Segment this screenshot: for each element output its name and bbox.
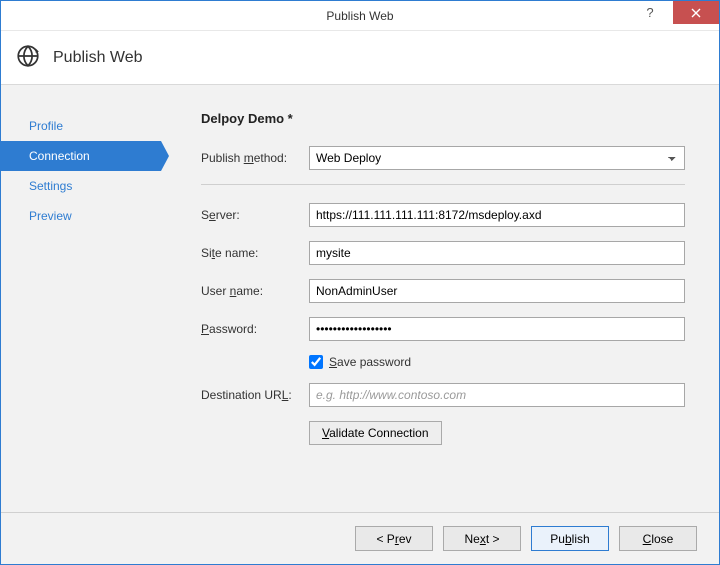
publish-button[interactable]: Publish	[531, 526, 609, 551]
destination-url-input[interactable]	[309, 383, 685, 407]
destination-url-row: Destination URL:	[201, 383, 685, 407]
user-name-input[interactable]	[309, 279, 685, 303]
site-name-row: Site name:	[201, 241, 685, 265]
sidebar-item-preview[interactable]: Preview	[1, 201, 161, 231]
footer: < Prev Next > Publish Close	[1, 512, 719, 564]
close-icon	[691, 8, 701, 18]
sidebar-item-label: Profile	[29, 119, 63, 133]
site-name-input[interactable]	[309, 241, 685, 265]
save-password-row: Save password	[309, 355, 685, 369]
help-button[interactable]: ?	[627, 1, 673, 24]
sidebar-item-connection[interactable]: Connection	[1, 141, 161, 171]
next-button[interactable]: Next >	[443, 526, 521, 551]
close-button[interactable]	[673, 1, 719, 24]
server-row: Server:	[201, 203, 685, 227]
password-input[interactable]	[309, 317, 685, 341]
password-row: Password:	[201, 317, 685, 341]
server-input[interactable]	[309, 203, 685, 227]
publish-method-select[interactable]: Web Deploy	[309, 146, 685, 170]
titlebar-buttons: ?	[627, 1, 719, 30]
password-label: Password:	[201, 322, 309, 336]
sidebar: Profile Connection Settings Preview	[1, 85, 161, 512]
save-password-checkbox[interactable]	[309, 355, 323, 369]
validate-connection-button[interactable]: Validate Connection	[309, 421, 442, 445]
server-label: Server:	[201, 208, 309, 222]
publish-web-dialog: Publish Web ? Publish Web Profile Connec…	[0, 0, 720, 565]
close-dialog-button[interactable]: Close	[619, 526, 697, 551]
titlebar: Publish Web ?	[1, 1, 719, 31]
divider	[201, 184, 685, 185]
prev-button[interactable]: < Prev	[355, 526, 433, 551]
publish-method-row: Publish method: Web Deploy	[201, 146, 685, 170]
sidebar-item-label: Connection	[29, 149, 90, 163]
globe-icon	[15, 43, 41, 72]
header: Publish Web	[1, 31, 719, 85]
header-title: Publish Web	[53, 49, 143, 67]
sidebar-item-profile[interactable]: Profile	[1, 111, 161, 141]
dialog-body: Profile Connection Settings Preview Delp…	[1, 85, 719, 512]
profile-title: Delpoy Demo *	[201, 111, 685, 126]
sidebar-item-label: Preview	[29, 209, 72, 223]
publish-method-label: Publish method:	[201, 151, 309, 165]
sidebar-item-label: Settings	[29, 179, 72, 193]
destination-url-label: Destination URL:	[201, 388, 309, 402]
save-password-label: Save password	[329, 355, 411, 369]
sidebar-item-settings[interactable]: Settings	[1, 171, 161, 201]
site-name-label: Site name:	[201, 246, 309, 260]
user-name-label: User name:	[201, 284, 309, 298]
main-panel: Delpoy Demo * Publish method: Web Deploy…	[161, 85, 719, 512]
user-name-row: User name:	[201, 279, 685, 303]
window-title: Publish Web	[326, 9, 393, 23]
